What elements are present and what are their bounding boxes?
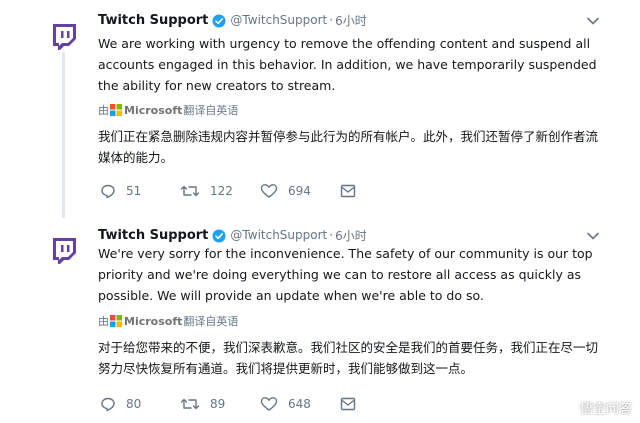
author-handle[interactable]: @TwitchSupport xyxy=(230,13,327,27)
tweet-actions: 51 122 694 xyxy=(100,183,356,199)
microsoft-logo-icon xyxy=(110,315,122,327)
retweet-count: 122 xyxy=(210,184,233,198)
translated-suffix: 翻译自英语 xyxy=(183,315,239,328)
separator: · xyxy=(329,228,334,242)
microsoft-logo-icon xyxy=(110,104,122,116)
chevron-down-icon[interactable] xyxy=(586,228,600,242)
twitch-logo-icon xyxy=(53,238,76,264)
translated-by: 由 Microsoft 翻译自英语 xyxy=(98,313,238,329)
translated-by: 由 Microsoft 翻译自英语 xyxy=(98,102,238,118)
watermark-text: 悟空问答 xyxy=(579,402,632,417)
author-name[interactable]: Twitch Support xyxy=(98,228,208,243)
tweet-actions: 80 89 648 xyxy=(100,396,356,412)
timestamp[interactable]: 6小时 xyxy=(335,227,367,244)
retweet-button[interactable]: 89 xyxy=(180,396,260,412)
translated-suffix: 翻译自英语 xyxy=(183,104,239,117)
tweet[interactable]: Twitch Support @TwitchSupport · 6小时 We a… xyxy=(0,0,640,218)
like-count: 694 xyxy=(288,184,311,198)
watermark: 悟空问答 xyxy=(557,398,632,417)
twitch-logo-icon xyxy=(53,24,76,50)
like-button[interactable]: 694 xyxy=(260,183,340,199)
author-name[interactable]: Twitch Support xyxy=(98,13,208,28)
like-button[interactable]: 648 xyxy=(260,396,340,412)
reply-icon xyxy=(101,397,115,412)
message-icon xyxy=(340,184,356,198)
separator: · xyxy=(329,13,334,27)
retweet-button[interactable]: 122 xyxy=(180,183,260,199)
microsoft-label[interactable]: Microsoft xyxy=(124,104,182,117)
message-button[interactable] xyxy=(340,184,356,198)
chevron-down-icon[interactable] xyxy=(586,13,600,27)
tweet-header: Twitch Support @TwitchSupport · 6小时 xyxy=(98,10,367,30)
translation-text: 我们正在紧急删除违规内容并暂停参与此行为的所有帐户。此外，我们还暂停了新创作者流… xyxy=(98,129,599,165)
reply-button[interactable]: 80 xyxy=(100,396,180,412)
translated-prefix: 由 xyxy=(98,315,109,328)
tweet[interactable]: Twitch Support @TwitchSupport · 6小时 We'r… xyxy=(0,215,640,423)
retweet-icon xyxy=(180,185,200,197)
like-count: 648 xyxy=(288,397,311,411)
reply-button[interactable]: 51 xyxy=(100,183,180,199)
timestamp[interactable]: 6小时 xyxy=(335,12,367,29)
like-icon xyxy=(260,397,278,411)
retweet-count: 89 xyxy=(210,397,226,411)
verified-badge-icon xyxy=(212,13,226,28)
retweet-icon xyxy=(180,398,200,410)
avatar[interactable] xyxy=(49,21,79,51)
reply-count: 51 xyxy=(126,184,142,198)
tweet-text: We're very sorry for the inconvenience. … xyxy=(98,246,593,303)
thread-line xyxy=(62,52,65,218)
reply-icon xyxy=(101,184,115,199)
translated-prefix: 由 xyxy=(98,104,109,117)
like-icon xyxy=(260,184,278,198)
avatar[interactable] xyxy=(49,235,79,265)
tweet-text: We are working with urgency to remove th… xyxy=(98,36,597,93)
microsoft-label[interactable]: Microsoft xyxy=(124,315,182,328)
translation-text: 对于给您带来的不便，我们深表歉意。我们社区的安全是我们的首要任务，我们正在尽一切… xyxy=(98,340,599,376)
message-button[interactable] xyxy=(340,397,356,411)
verified-badge-icon xyxy=(212,228,226,243)
reply-count: 80 xyxy=(126,397,142,411)
author-handle[interactable]: @TwitchSupport xyxy=(230,228,327,242)
watermark-logo-icon xyxy=(557,398,576,417)
message-icon xyxy=(340,397,356,411)
tweet-header: Twitch Support @TwitchSupport · 6小时 xyxy=(98,225,367,245)
